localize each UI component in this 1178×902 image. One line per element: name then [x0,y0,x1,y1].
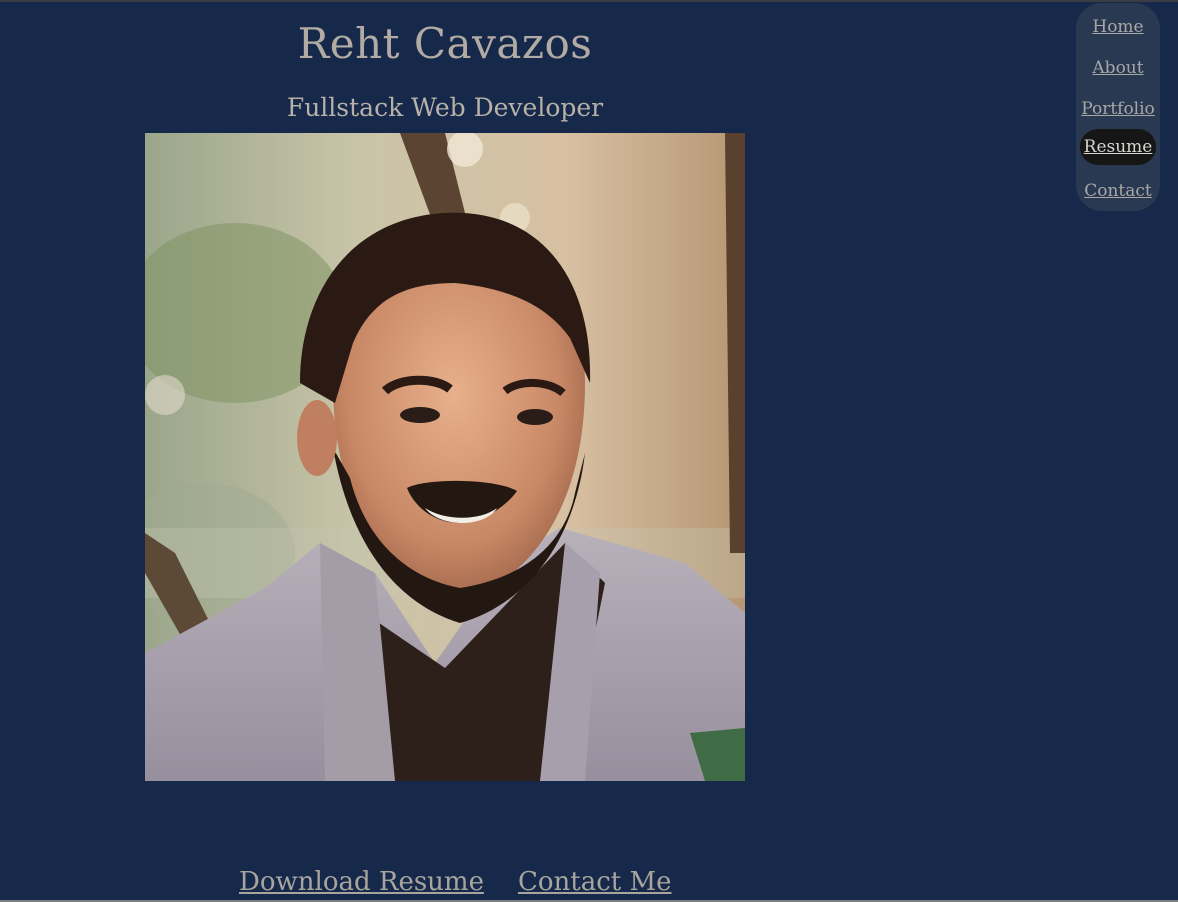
nav-contact-link[interactable]: Contact [1076,179,1160,203]
nav-portfolio-link[interactable]: Portfolio [1076,97,1160,121]
profile-photo [145,133,745,781]
main-nav: Home About Portfolio Resume Contact [1076,3,1160,211]
nav-home-link[interactable]: Home [1076,15,1160,39]
nav-about-link[interactable]: About [1076,56,1160,80]
site-title: Reht Cavazos [297,19,593,68]
site-header: Reht Cavazos [145,14,745,74]
site-subtitle: Fullstack Web Developer [286,93,604,122]
download-resume-link[interactable]: Download Resume [239,867,484,897]
footer-links: Download Resume Contact Me [239,864,672,900]
top-border [0,0,1178,2]
nav-resume-link[interactable]: Resume [1080,129,1156,165]
contact-me-link[interactable]: Contact Me [518,867,672,897]
